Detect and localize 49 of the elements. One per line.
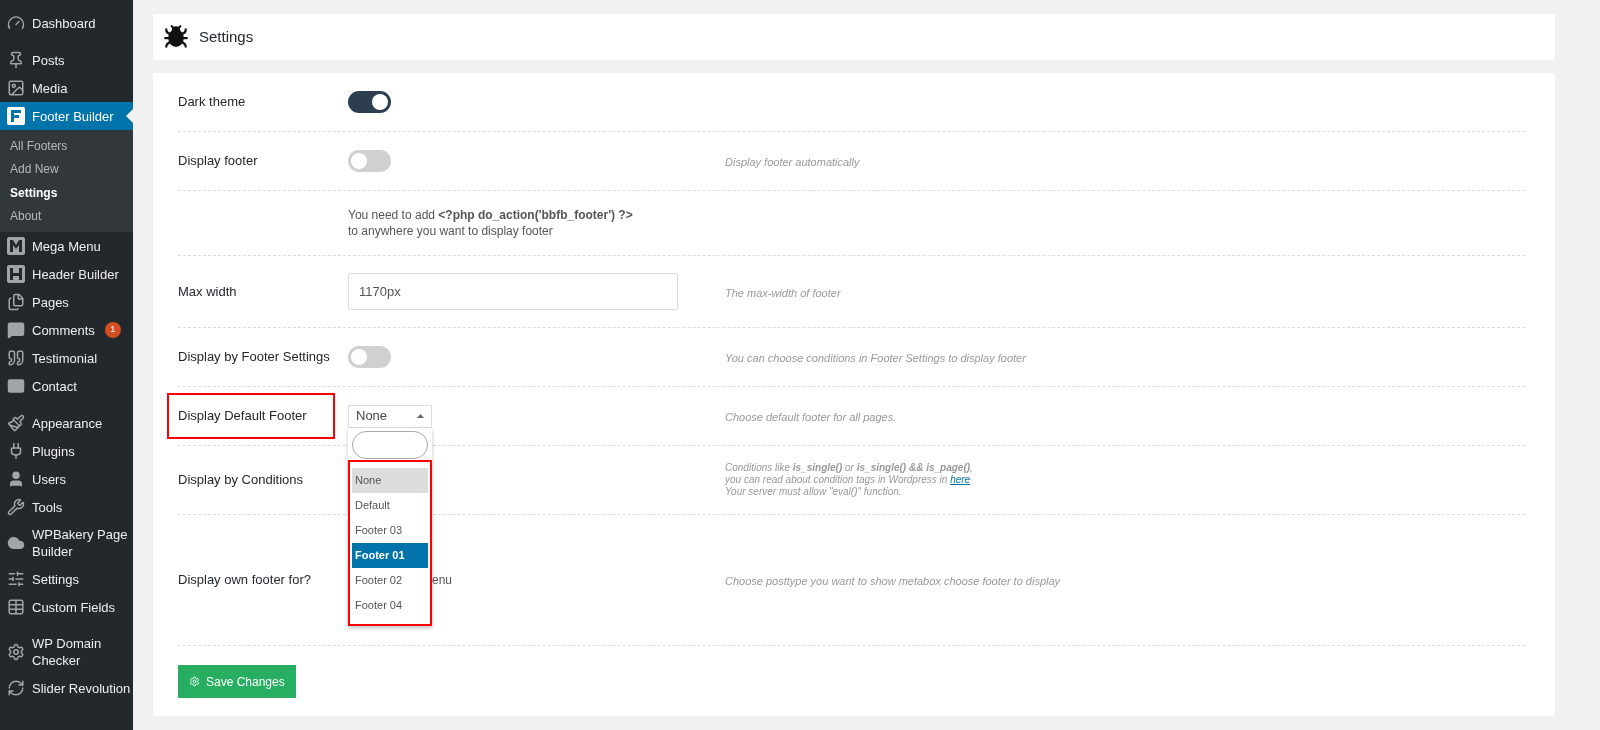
- hint-text: Conditions like is_single() or is_single() && is_page(), you can read about condition tags in Wordpress in here Your server must allow "eval()" function.: [725, 462, 974, 498]
- sidebar-item[interactable]: Plugins: [0, 437, 133, 465]
- hint-text: Choose default footer for all pages.: [725, 411, 897, 423]
- submenu-item[interactable]: Settings: [0, 181, 133, 205]
- setting-label: Display by Conditions: [178, 471, 303, 490]
- sidebar-item[interactable]: Slider Revolution: [0, 674, 133, 702]
- sidebar-item[interactable]: Contact: [0, 372, 133, 400]
- select-field[interactable]: None: [348, 404, 432, 428]
- setting-label: Dark theme: [178, 93, 246, 112]
- hint-text: Choose posttype you want to show metabox choose footer to display: [725, 575, 1061, 587]
- submenu-item[interactable]: All Footers: [0, 134, 133, 158]
- sidebar-item[interactable]: Appearance: [0, 409, 133, 437]
- submenu-item[interactable]: About: [0, 204, 133, 228]
- hint-text: You can choose conditions in Footer Settings to display footer: [725, 352, 1026, 364]
- sidebar-item[interactable]: Mega Menu: [0, 232, 133, 260]
- sidebar-item[interactable]: Custom Fields: [0, 593, 133, 621]
- sidebar-item[interactable]: Dashboard: [0, 9, 133, 37]
- sidebar-item[interactable]: Testimonial: [0, 344, 133, 372]
- sidebar-item[interactable]: Settings: [0, 565, 133, 593]
- dropdown-option[interactable]: Footer 04: [352, 592, 428, 618]
- setting-label: Display footer: [178, 152, 258, 171]
- setting-label: Display Default Footer: [167, 393, 335, 439]
- option-label: enu: [432, 572, 453, 589]
- sidebar-item[interactable]: Comments 1: [0, 316, 133, 344]
- sidebar-item[interactable]: Users: [0, 465, 133, 493]
- sidebar-item[interactable]: WPBakery Page Builder: [0, 521, 133, 565]
- count-badge: 1: [104, 322, 121, 338]
- sidebar-item[interactable]: Footer Builder: [0, 102, 133, 130]
- here-link[interactable]: here: [950, 474, 971, 485]
- sidebar-item[interactable]: Header Builder: [0, 260, 133, 288]
- setting-label: Max width: [178, 282, 237, 301]
- hint-text: Display footer automatically: [725, 156, 860, 168]
- submenu-item[interactable]: Add New: [0, 157, 133, 181]
- text-field[interactable]: 1170px: [348, 273, 678, 310]
- setting-label: Display own footer for?: [178, 571, 311, 590]
- sidebar-item[interactable]: Pages: [0, 288, 133, 316]
- hint-text: The max-width of footer: [725, 286, 841, 299]
- page-title: Settings: [199, 26, 254, 47]
- sidebar-item[interactable]: Posts: [0, 46, 133, 74]
- sidebar-item[interactable]: Media: [0, 74, 133, 102]
- dropdown-option[interactable]: Footer 01: [352, 542, 428, 568]
- dropdown-option[interactable]: Footer 02: [352, 567, 428, 593]
- dropdown-option[interactable]: Default: [352, 492, 428, 518]
- sidebar-item[interactable]: WP Domain Checker: [0, 630, 133, 674]
- dropdown-option[interactable]: Footer 03: [352, 517, 428, 543]
- setting-label: Display by Footer Settings: [178, 348, 330, 367]
- dropdown-option[interactable]: None: [352, 467, 428, 493]
- instruction-text: You need to add <?php do_action('bbfb_footer') ?> to anywhere you want to display footer: [348, 207, 633, 239]
- sidebar-item[interactable]: Tools: [0, 493, 133, 521]
